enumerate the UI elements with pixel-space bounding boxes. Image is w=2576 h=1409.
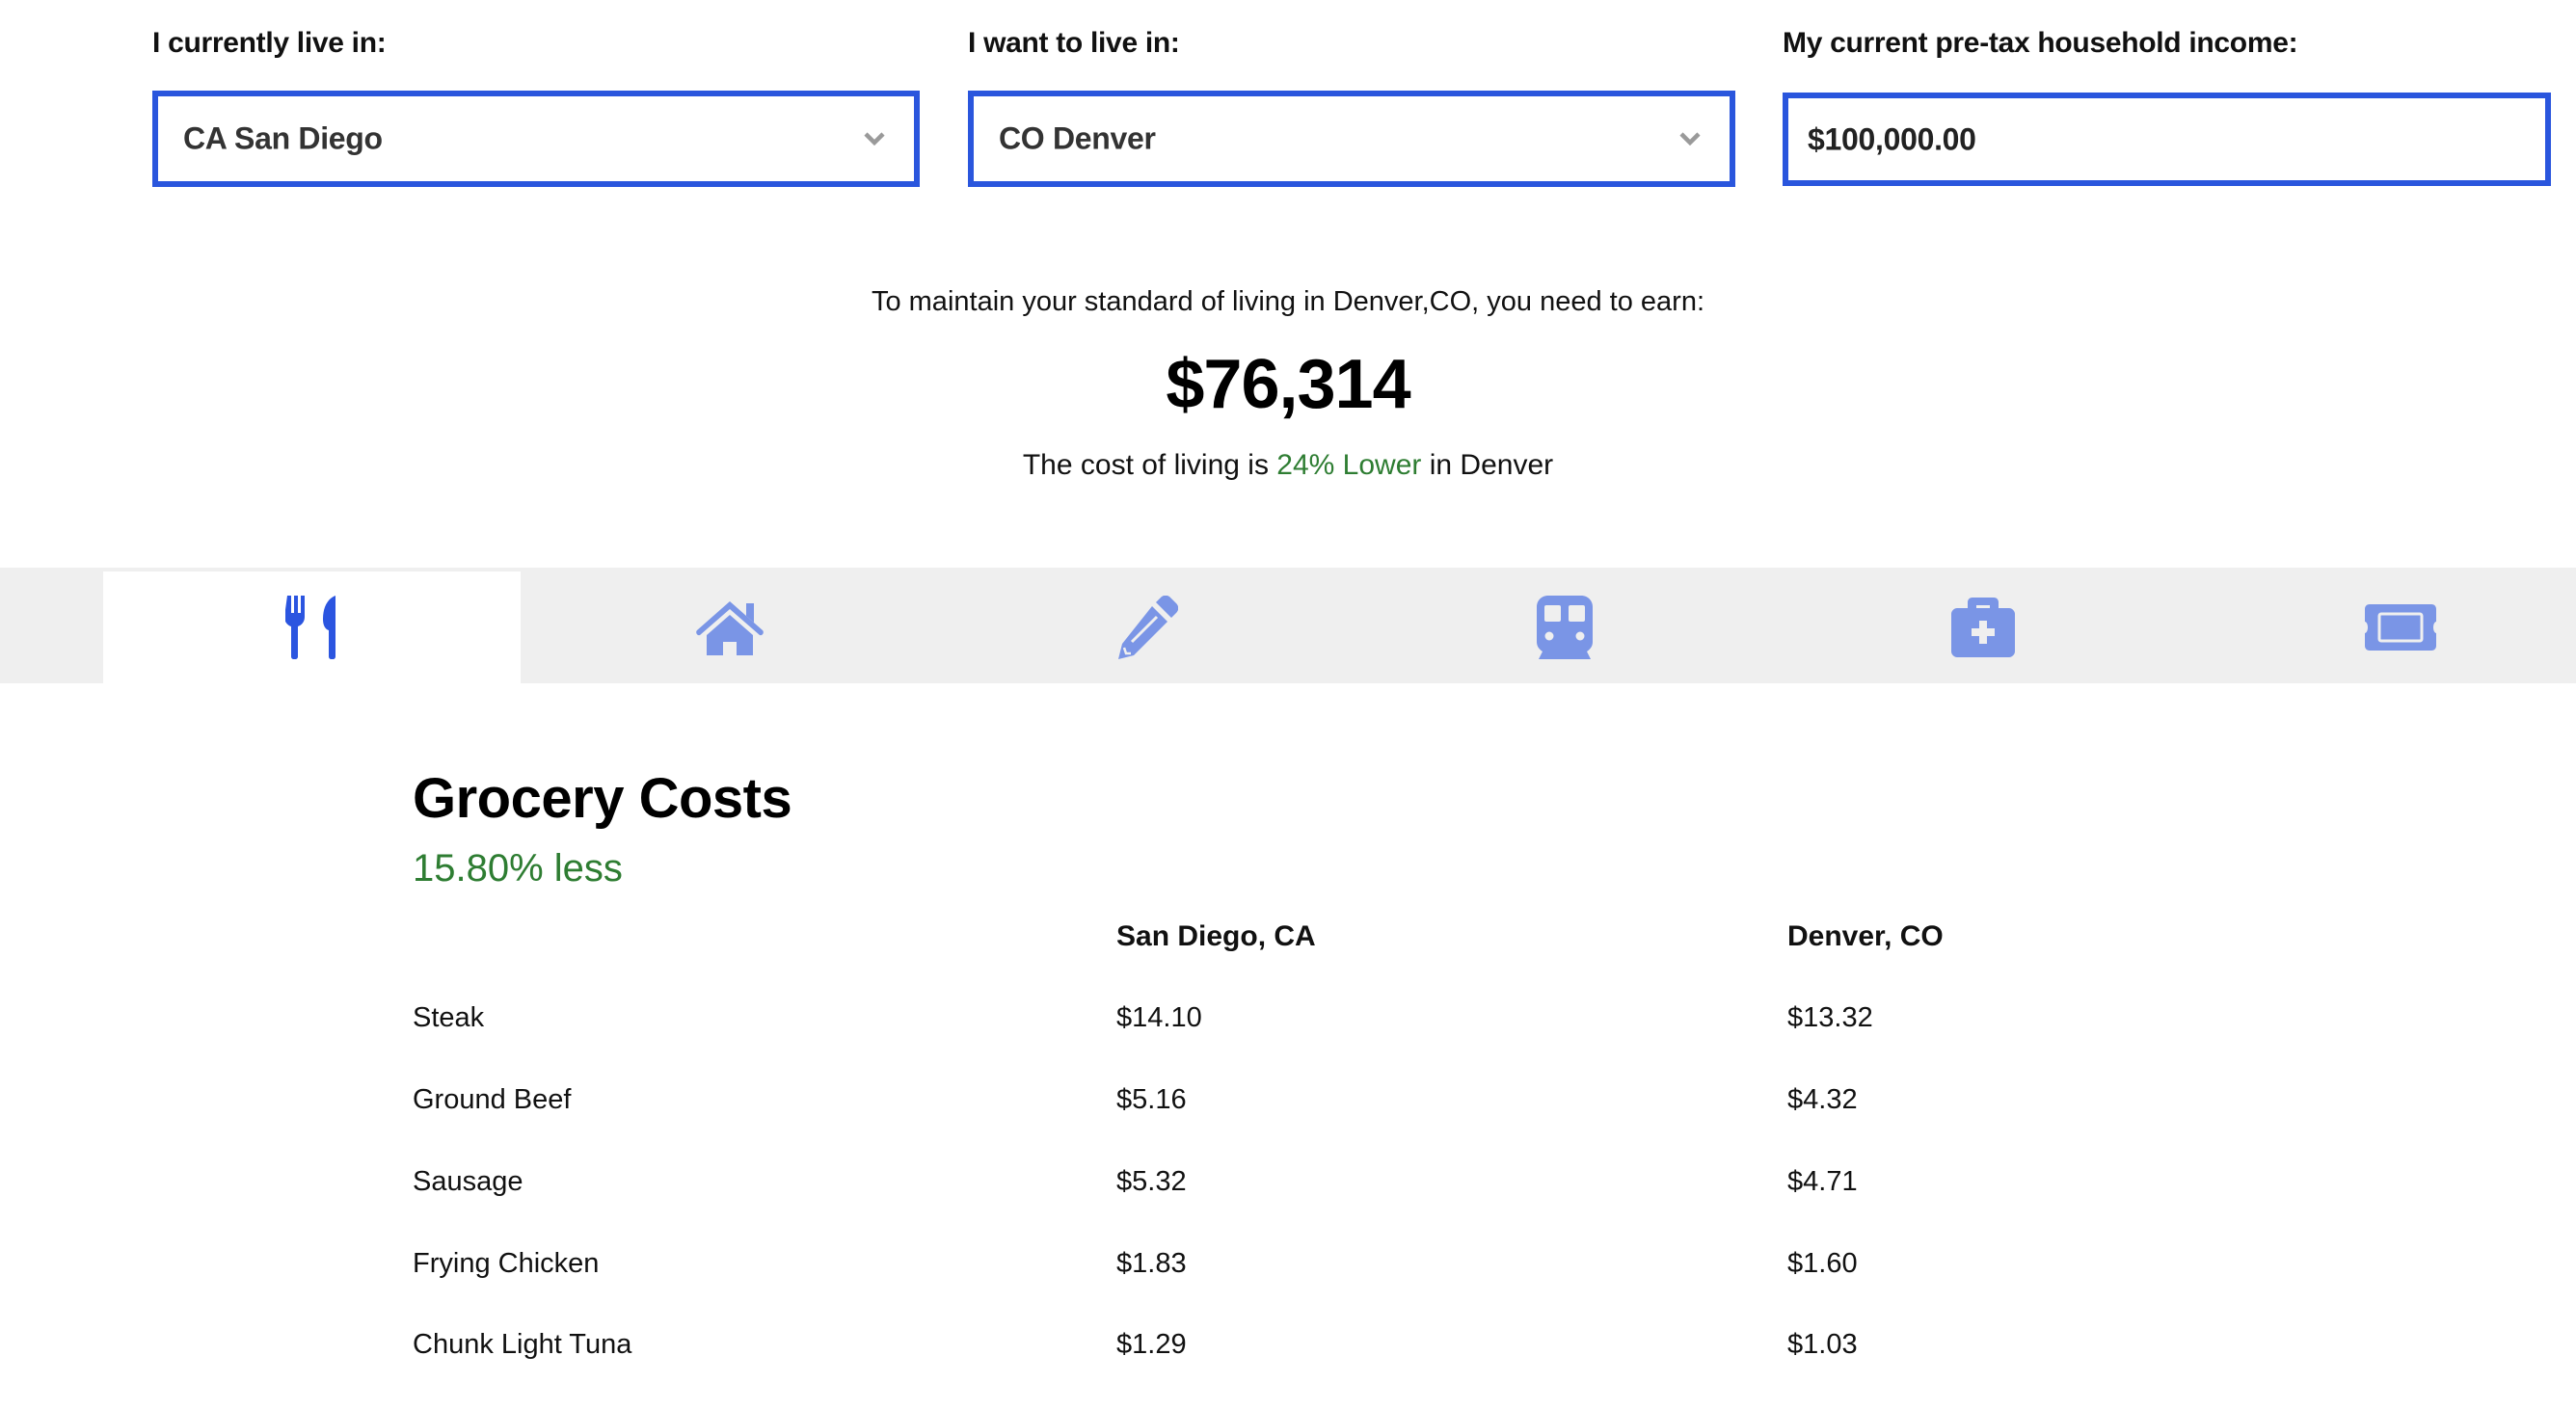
cost-of-living-summary: The cost of living is 24% Lower in Denve… bbox=[0, 449, 2576, 482]
tab-transportation[interactable] bbox=[1355, 572, 1773, 683]
section-delta: 15.80% less bbox=[413, 847, 623, 890]
target-price: $1.03 bbox=[1787, 1329, 1858, 1360]
item-name: Frying Chicken bbox=[413, 1248, 600, 1279]
target-city-select[interactable]: CO Denver bbox=[968, 91, 1735, 187]
table-row: Sausage $5.32 $4.71 bbox=[0, 1166, 2576, 1205]
target-city-label: I want to live in: bbox=[968, 27, 1180, 59]
column-header-current: San Diego, CA bbox=[1116, 920, 1316, 952]
tab-entertainment[interactable] bbox=[2191, 572, 2576, 683]
ticket-icon bbox=[2364, 604, 2436, 651]
income-label: My current pre-tax household income: bbox=[1783, 27, 2298, 59]
section-title: Grocery Costs bbox=[413, 767, 792, 830]
result-subtitle: To maintain your standard of living in D… bbox=[871, 286, 1705, 317]
target-price: $1.60 bbox=[1787, 1248, 1858, 1279]
table-row: Frying Chicken $1.83 $1.60 bbox=[0, 1248, 2576, 1287]
tab-housing[interactable] bbox=[521, 572, 938, 683]
current-price: $5.16 bbox=[1116, 1084, 1187, 1115]
column-header-target: Denver, CO bbox=[1787, 920, 1944, 952]
item-name: Steak bbox=[413, 1002, 485, 1033]
current-city-value: CA San Diego bbox=[183, 120, 383, 156]
target-price: $4.32 bbox=[1787, 1084, 1858, 1115]
medical-kit-icon bbox=[1950, 598, 2015, 657]
chevron-down-icon[interactable] bbox=[1679, 128, 1701, 149]
current-price: $1.83 bbox=[1116, 1248, 1187, 1279]
category-tabs bbox=[0, 568, 2576, 683]
train-icon bbox=[1536, 596, 1593, 659]
current-city-label: I currently live in: bbox=[152, 27, 387, 59]
cost-change: 24% Lower bbox=[1276, 449, 1422, 481]
item-name: Sausage bbox=[413, 1166, 523, 1197]
target-price: $4.71 bbox=[1787, 1166, 1858, 1197]
current-price: $1.29 bbox=[1116, 1329, 1187, 1360]
table-row: Ground Beef $5.16 $4.32 bbox=[0, 1084, 2576, 1123]
fork-knife-icon bbox=[284, 596, 335, 659]
income-input[interactable]: $100,000.00 bbox=[1783, 93, 2551, 186]
required-income: $76,314 bbox=[1166, 346, 1410, 423]
tab-utilities[interactable] bbox=[938, 572, 1355, 683]
cost-suffix: in Denver bbox=[1421, 449, 1554, 481]
current-city-select[interactable]: CA San Diego bbox=[152, 91, 920, 187]
item-name: Ground Beef bbox=[413, 1084, 572, 1115]
current-price: $14.10 bbox=[1116, 1002, 1202, 1033]
tab-grocery[interactable] bbox=[103, 572, 521, 683]
tab-healthcare[interactable] bbox=[1774, 572, 2191, 683]
table-row: Steak $14.10 $13.32 bbox=[0, 1002, 2576, 1041]
cost-prefix: The cost of living is bbox=[1022, 449, 1277, 481]
target-price: $13.32 bbox=[1787, 1002, 1873, 1033]
target-city-value: CO Denver bbox=[999, 120, 1156, 156]
chevron-down-icon[interactable] bbox=[864, 128, 885, 149]
income-value[interactable]: $100,000.00 bbox=[1808, 121, 1976, 157]
pencil-icon bbox=[1117, 596, 1178, 659]
item-name: Chunk Light Tuna bbox=[413, 1329, 632, 1360]
home-icon bbox=[695, 601, 764, 655]
table-row: Chunk Light Tuna $1.29 $1.03 bbox=[0, 1329, 2576, 1368]
current-price: $5.32 bbox=[1116, 1166, 1187, 1197]
